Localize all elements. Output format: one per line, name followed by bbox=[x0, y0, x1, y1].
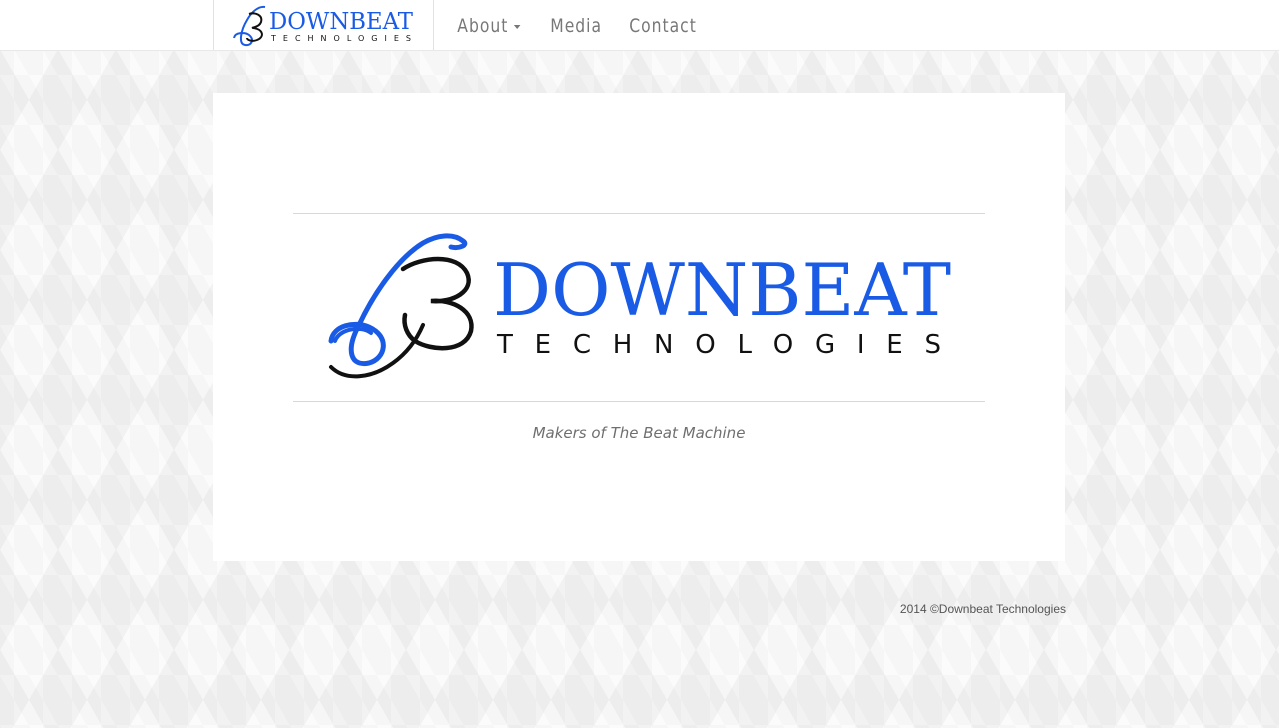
hero-logo: DOWNBEAT TECHNOLOGIES bbox=[328, 233, 951, 379]
brand-name: DOWNBEAT bbox=[269, 9, 414, 35]
nav-contact[interactable]: Contact bbox=[617, 0, 709, 50]
brand-logo-link[interactable]: DOWNBEAT TECHNOLOGIES bbox=[213, 0, 434, 50]
brand-subtitle: TECHNOLOGIES bbox=[270, 34, 411, 43]
divider-bottom bbox=[293, 401, 985, 402]
hero-tagline: Makers of The Beat Machine bbox=[532, 424, 746, 442]
main-nav: About Media Contact bbox=[445, 0, 716, 50]
hero-title: DOWNBEAT bbox=[493, 248, 951, 332]
brand-logo: DOWNBEAT TECHNOLOGIES bbox=[232, 5, 414, 47]
divider-top bbox=[293, 213, 985, 214]
nav-contact-label: Contact bbox=[629, 15, 698, 37]
nav-media-label: Media bbox=[550, 15, 603, 37]
hero-subtitle: TECHNOLOGIES bbox=[496, 330, 941, 360]
caret-down-icon bbox=[514, 24, 521, 29]
nav-about-dropdown[interactable]: About bbox=[445, 0, 533, 50]
footer-copyright: 2014 ©Downbeat Technologies bbox=[899, 602, 1066, 616]
hero-panel: DOWNBEAT TECHNOLOGIES Makers of The Beat… bbox=[213, 93, 1065, 561]
nav-about-label: About bbox=[457, 15, 509, 37]
nav-media[interactable]: Media bbox=[538, 0, 614, 50]
top-navbar: DOWNBEAT TECHNOLOGIES About Media Contac… bbox=[0, 0, 1279, 51]
